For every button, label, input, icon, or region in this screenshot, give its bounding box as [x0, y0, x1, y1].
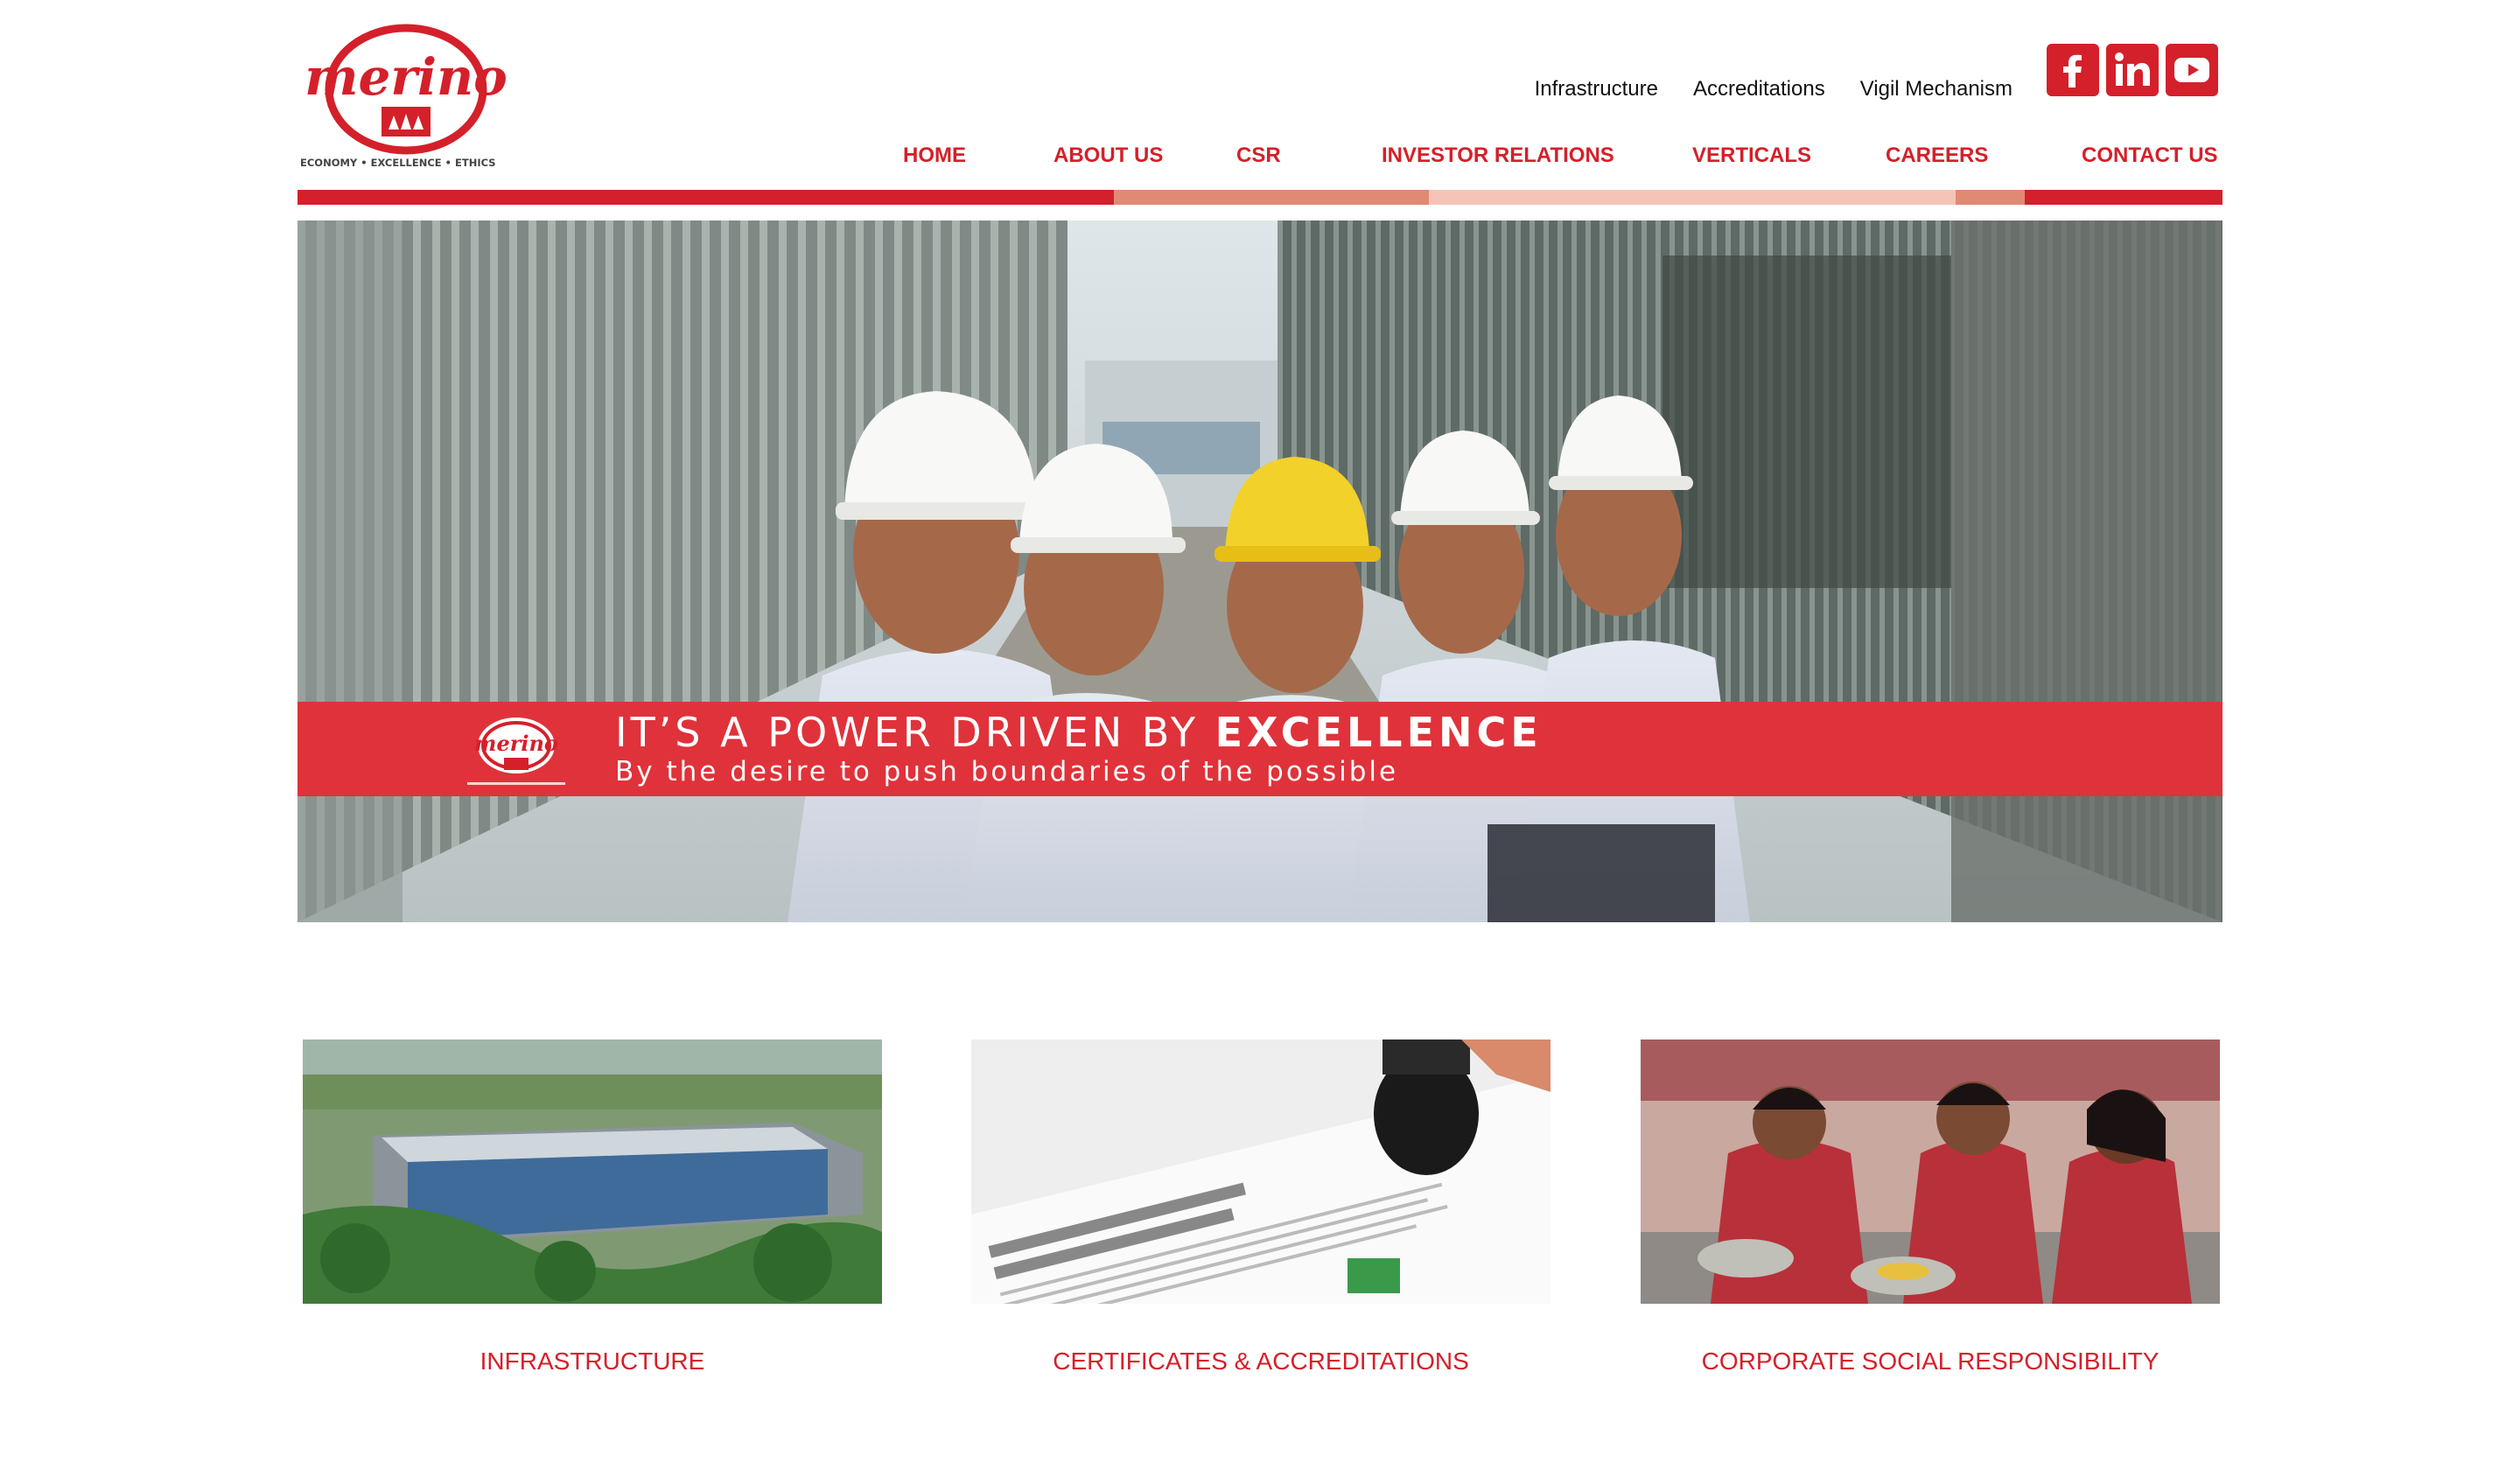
hero-title-emphasis: EXCELLENCE — [1214, 709, 1543, 756]
hero-subtitle: By the desire to push boundaries of the … — [615, 756, 1399, 788]
hero-title: IT’S A POWER DRIVEN BY EXCELLENCE — [615, 709, 1543, 756]
youtube-icon[interactable] — [2166, 44, 2218, 96]
facebook-icon[interactable] — [2047, 44, 2099, 96]
nav-contact-us[interactable]: CONTACT US — [2082, 144, 2218, 168]
logo-wordmark: merino — [304, 47, 508, 107]
util-link-accreditations[interactable]: Accreditations — [1693, 77, 1825, 102]
utility-links: Infrastructure Accreditations Vigil Mech… — [1500, 77, 2012, 102]
infrastructure-image — [303, 1040, 882, 1304]
card-caption-infrastructure: INFRASTRUCTURE — [480, 1348, 705, 1375]
hero-photo — [298, 220, 2222, 922]
nav-verticals[interactable]: VERTICALS — [1692, 144, 1811, 168]
page: merino ECONOMY • EXCELLENCE • ETHICS Inf… — [298, 0, 2222, 1470]
util-link-vigil-mechanism[interactable]: Vigil Mechanism — [1860, 77, 2012, 102]
card-certificates-accreditations[interactable]: CERTIFICATES & ACCREDITATIONS — [971, 1040, 1550, 1376]
nav-careers[interactable]: CAREERS — [1886, 144, 1988, 168]
nav-csr[interactable]: CSR — [1236, 144, 1281, 168]
social-links — [2047, 44, 2218, 96]
hero-merino-logo: merino — [467, 718, 565, 785]
hero-banner: merino IT’S A POWER DRIVEN BY EXCELLENCE… — [298, 220, 2222, 922]
nav-about-us[interactable]: ABOUT US — [1054, 144, 1163, 168]
card-infrastructure[interactable]: INFRASTRUCTURE — [303, 1040, 882, 1376]
hero-caption-band: merino IT’S A POWER DRIVEN BY EXCELLENCE… — [298, 702, 2222, 796]
nav-color-bar — [298, 190, 2222, 205]
card-caption-certificates: CERTIFICATES & ACCREDITATIONS — [1053, 1348, 1469, 1375]
linkedin-icon[interactable] — [2106, 44, 2159, 96]
card-corporate-social-responsibility[interactable]: CORPORATE SOCIAL RESPONSIBILITY — [1641, 1040, 2220, 1376]
util-link-infrastructure[interactable]: Infrastructure — [1535, 77, 1658, 102]
nav-home[interactable]: HOME — [903, 144, 966, 168]
nav-investor-relations[interactable]: INVESTOR RELATIONS — [1382, 144, 1614, 168]
csr-image — [1641, 1040, 2220, 1304]
main-nav: HOME ABOUT US CSR INVESTOR RELATIONS VER… — [298, 144, 2222, 173]
svg-text:merino: merino — [474, 731, 558, 756]
certification-image — [971, 1040, 1550, 1304]
card-caption-csr: CORPORATE SOCIAL RESPONSIBILITY — [1701, 1348, 2160, 1375]
